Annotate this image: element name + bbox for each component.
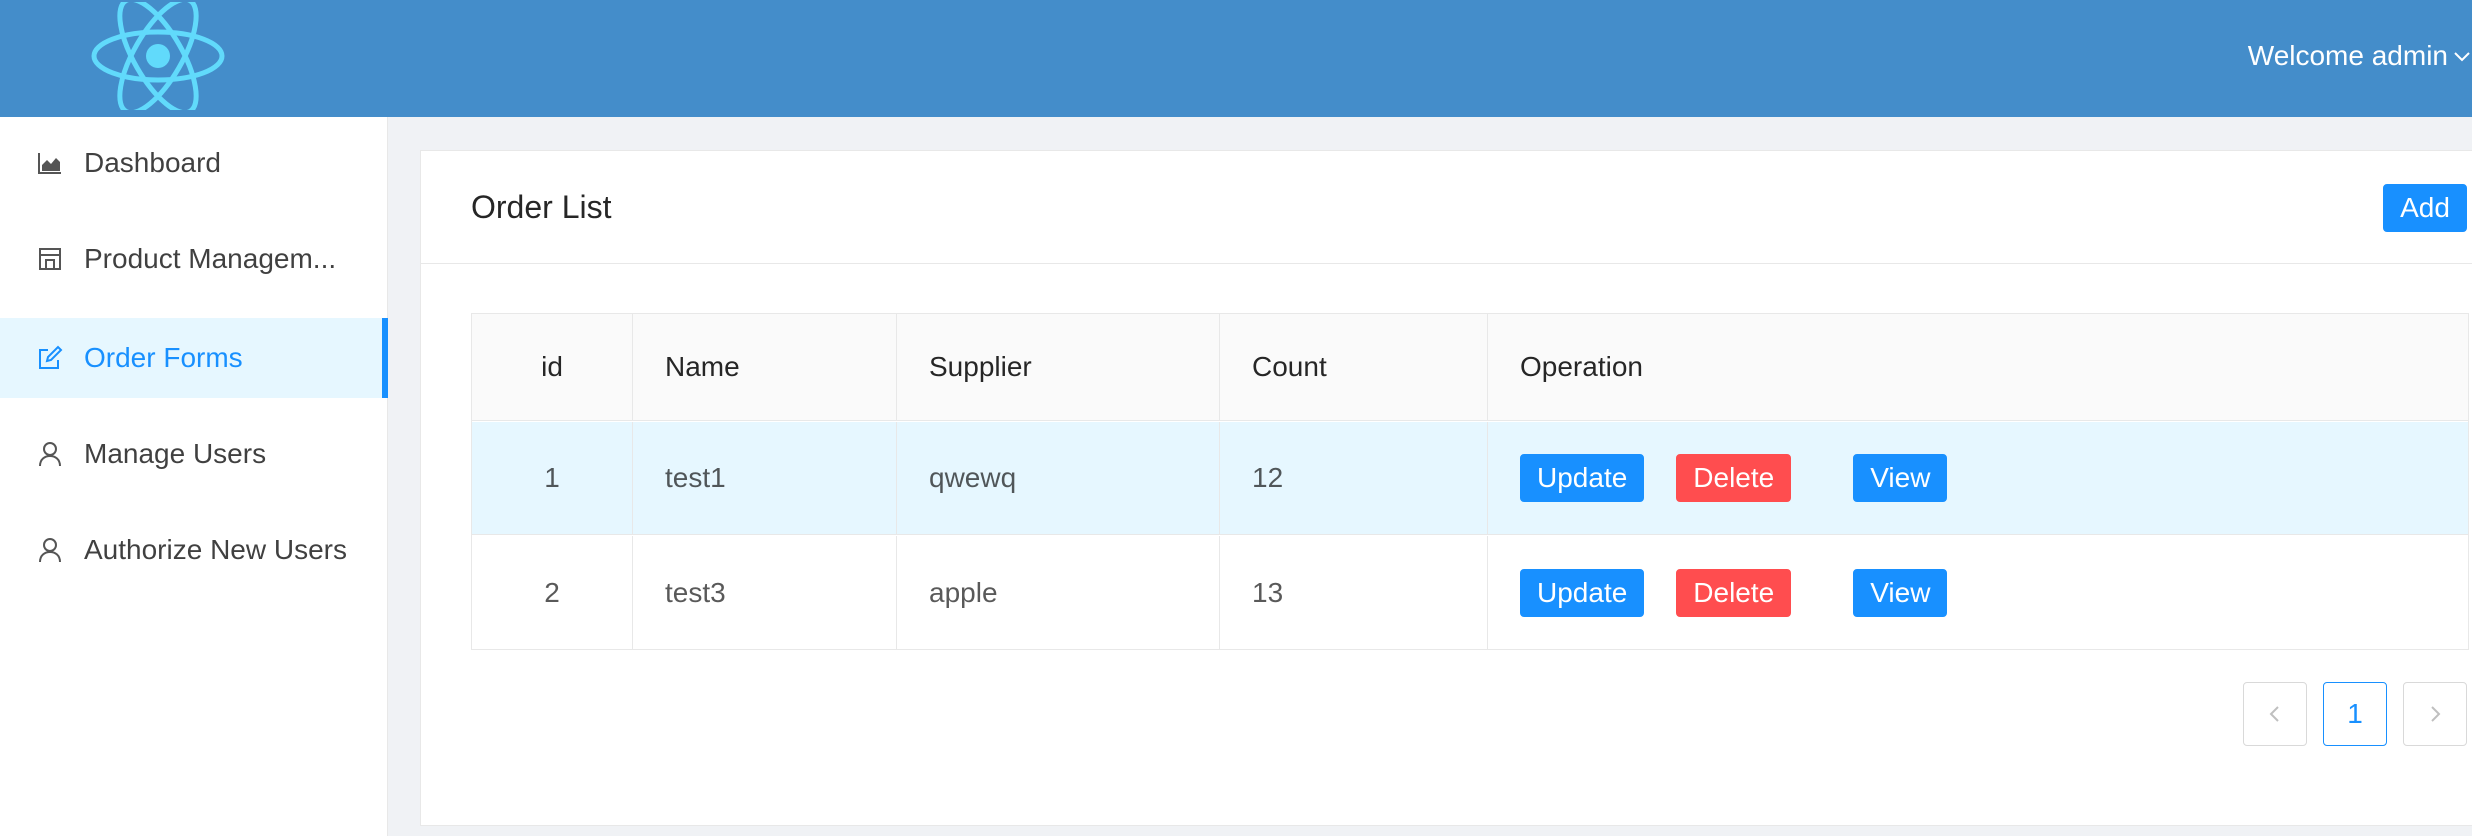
top-header: Welcome admin [0,0,2472,117]
sidebar-item-label: Order Forms [84,342,243,373]
cell-operation: Update Delete View [1488,536,2468,649]
column-header-operation: Operation [1520,351,1643,382]
page-button-current[interactable]: 1 [2323,682,2387,746]
cell-supplier: qwewq [897,422,1220,534]
cell-name: test1 [633,422,897,534]
cell-name: test3 [633,536,897,649]
cell-count: 12 [1220,422,1488,534]
cell-supplier: apple [897,536,1220,649]
shop-icon [39,248,61,270]
sidebar-item-authorize-new-users[interactable]: Authorize New Users [0,510,388,590]
sidebar-item-order-forms[interactable]: Order Forms [0,318,388,398]
view-button[interactable]: View [1853,454,1948,502]
welcome-text: Welcome admin [2247,40,2448,71]
table-row[interactable]: 1 test1 qwewq 12 Update Delete View [472,422,2468,535]
table-header: id Name Supplier Count Operation [472,314,2468,421]
sidebar-item-product-management[interactable]: Product Managem... [0,219,388,299]
page-title: Order List [471,189,612,225]
edit-icon [39,345,63,369]
sidebar-item-label: Authorize New Users [84,534,347,565]
user-icon [39,442,61,467]
chevron-right-icon [2431,706,2441,722]
sidebar-item-manage-users[interactable]: Manage Users [0,414,388,494]
column-header-name[interactable]: Name [633,314,897,420]
add-button[interactable]: Add [2383,184,2467,232]
sidebar: Dashboard Product Managem... Order Forms… [0,117,388,836]
user-icon [39,538,61,563]
cell-id: 1 [472,422,633,534]
react-logo-icon[interactable] [88,2,228,110]
pagination: 1 [2243,682,2467,746]
cell-operation: Update Delete View [1488,422,2468,534]
sidebar-item-label: Manage Users [84,438,267,469]
sidebar-item-dashboard[interactable]: Dashboard [0,123,388,203]
chevron-left-icon [2269,706,2279,722]
area-chart-icon [38,153,61,174]
table-row[interactable]: 2 test3 apple 13 Update Delete View [472,536,2468,649]
delete-button[interactable]: Delete [1676,454,1792,502]
update-button[interactable]: Update [1520,568,1645,617]
update-button[interactable]: Update [1520,454,1645,502]
order-table: id Name Supplier Count Operation 1 test1… [471,313,2469,650]
user-menu[interactable]: Welcome admin [2248,36,2472,76]
next-page-button[interactable] [2403,682,2467,746]
column-header-id[interactable]: id [472,314,633,420]
order-list-card: Order List Add id Name Supplier Count Op… [420,150,2472,826]
cell-count: 13 [1220,536,1488,649]
card-header: Order List Add [421,151,2472,264]
chevron-down-icon [2454,52,2470,62]
delete-button[interactable]: Delete [1676,568,1792,617]
column-header-count[interactable]: Count [1220,314,1488,420]
sidebar-item-label: Product Managem... [84,243,337,274]
column-header-supplier[interactable]: Supplier [897,314,1220,420]
prev-page-button[interactable] [2243,682,2307,746]
sidebar-item-label: Dashboard [84,147,221,178]
cell-id: 2 [472,536,633,649]
view-button[interactable]: View [1853,568,1948,617]
